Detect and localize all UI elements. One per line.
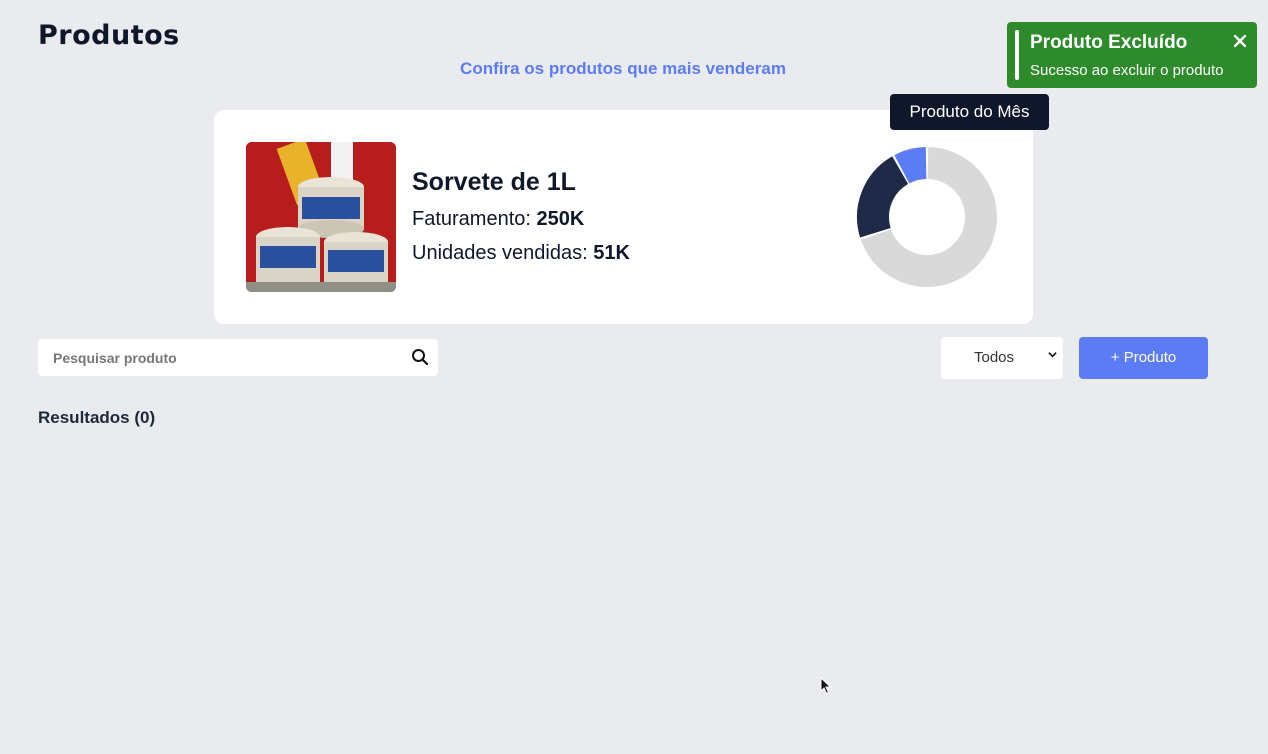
search-input[interactable] [38, 339, 398, 376]
product-of-month-tooltip: Produto do Mês [890, 94, 1049, 130]
mouse-cursor-icon [820, 676, 832, 700]
revenue-stat: Faturamento: 250K [412, 208, 584, 231]
featured-product-card: Sorvete de 1L Faturamento: 250K Unidades… [214, 110, 1033, 324]
toast-accent-bar [1015, 30, 1019, 80]
results-count: Resultados (0) [38, 408, 156, 427]
units-stat: Unidades vendidas: 51K [412, 242, 630, 265]
add-product-button[interactable]: + Produto [1079, 337, 1208, 379]
category-filter-select[interactable]: Todos [941, 337, 1063, 379]
product-image [246, 142, 396, 292]
success-toast: Produto Excluído Sucesso ao excluir o pr… [1007, 22, 1257, 88]
chevron-down-icon [1048, 350, 1057, 362]
filter-selected-value: Todos [974, 349, 1015, 366]
search-box [38, 339, 438, 376]
sales-donut-chart [857, 147, 997, 287]
toast-message: Sucesso ao excluir o produto [1030, 62, 1224, 79]
units-label: Unidades vendidas: [412, 242, 594, 264]
donut-segment-3[interactable] [894, 147, 928, 184]
close-icon[interactable] [1233, 32, 1247, 52]
revenue-value: 250K [536, 208, 585, 230]
donut-segment-2[interactable] [857, 156, 909, 238]
page-title: Produtos [38, 20, 180, 51]
search-icon[interactable] [411, 348, 429, 366]
product-name: Sorvete de 1L [412, 168, 576, 196]
revenue-label: Faturamento: [412, 208, 537, 230]
toast-title: Produto Excluído [1030, 32, 1188, 53]
units-value: 51K [593, 242, 630, 264]
